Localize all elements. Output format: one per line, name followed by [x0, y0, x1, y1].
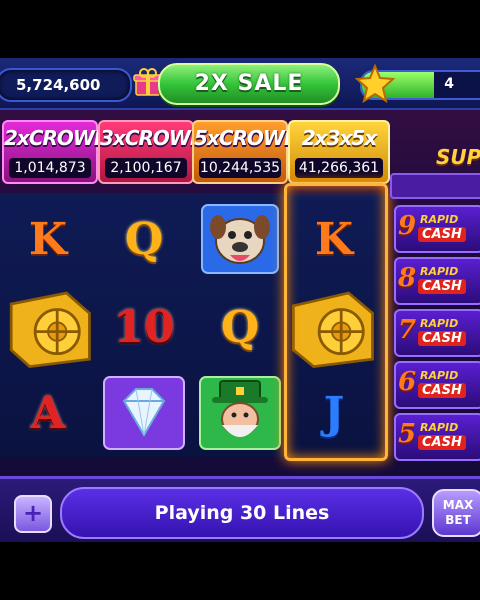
rapid-cash-label: RAPID — [420, 213, 459, 226]
reel-cell — [194, 371, 286, 455]
rapid-cash-number: 8 — [398, 263, 417, 293]
rapid-cash-9: 9 RAPID CASH — [394, 205, 480, 253]
jackpot-3x-crown: 3xCROWN 2,100,167 — [98, 120, 207, 184]
top-bar: 5,724,600 2X SALE 4 — [0, 58, 480, 110]
rapid-cash-8: 8 RAPID CASH — [394, 257, 480, 305]
reel-cell — [2, 285, 94, 369]
jackpot-title: 2xCROWN — [4, 126, 111, 150]
jackpot-2x3x5x: 2x3x5x 41,266,361 — [288, 120, 390, 184]
rapid-cash-7: 7 RAPID CASH — [394, 309, 480, 357]
rapid-cash-label: CASH — [418, 279, 466, 294]
rapid-cash-label: RAPID — [420, 369, 459, 382]
rapid-cash-sidebar: SUP 9 RAPID CASH 8 RAPID CASH 7 RAPID CA… — [390, 143, 480, 461]
max-bet-line1: MAX — [442, 498, 474, 512]
level-value: 4 — [444, 76, 454, 92]
max-bet-button[interactable]: MAX BET — [432, 489, 480, 537]
jackpot-value: 1,014,873 — [9, 158, 91, 178]
max-bet-line2: BET — [445, 513, 471, 527]
sidebar-star-bar — [390, 173, 480, 199]
star-icon — [355, 64, 395, 104]
rapid-cash-label: RAPID — [420, 317, 459, 330]
reel-cell: A — [2, 371, 94, 455]
symbol-q: Q — [220, 301, 260, 353]
reel-cell — [194, 197, 286, 281]
increase-bet-button[interactable]: + — [14, 495, 52, 533]
jackpot-5x-crown: 5xCROWN 10,244,535 — [192, 120, 301, 184]
symbol-k: K — [28, 213, 68, 265]
rapid-cash-number: 9 — [398, 211, 417, 241]
rapid-cash-label: CASH — [418, 227, 466, 242]
symbol-a: A — [30, 387, 66, 439]
symbol-10: 10 — [113, 301, 175, 353]
bulldog-icon — [201, 204, 279, 274]
sale-button[interactable]: 2X SALE — [158, 63, 340, 105]
reel-cell: K — [2, 197, 94, 281]
win-highlight-frame — [284, 183, 388, 461]
jackpot-title: 2x3x5x — [301, 126, 377, 150]
coin-balance-value: 5,724,600 — [16, 76, 101, 94]
rapid-cash-label: CASH — [418, 435, 466, 450]
bottom-bar: + Playing 30 Lines MAX BET — [0, 476, 480, 542]
jackpot-title: 3xCROWN — [100, 126, 207, 150]
golden-vault-icon — [9, 291, 91, 369]
reel-cell: Q — [194, 285, 286, 369]
jackpot-row: 2xCROWN 1,014,873 3xCROWN 2,100,167 5xCR… — [0, 120, 390, 184]
rapid-cash-label: CASH — [418, 383, 466, 398]
rapid-cash-number: 6 — [398, 367, 417, 397]
sale-label: 2X SALE — [194, 71, 304, 96]
rapid-cash-number: 7 — [398, 315, 417, 345]
reel-cell: 10 — [98, 285, 190, 369]
reel-cell — [98, 371, 190, 455]
jackpot-value: 41,266,361 — [295, 158, 383, 178]
rapid-cash-number: 5 — [398, 419, 417, 449]
coin-balance[interactable]: 5,724,600 — [0, 68, 132, 102]
rapid-cash-5: 5 RAPID CASH — [394, 413, 480, 461]
leprechaun-icon — [199, 376, 281, 450]
game-screen: 5,724,600 2X SALE 4 2xCROWN 1,014,873 3x… — [0, 58, 480, 542]
symbol-q: Q — [124, 213, 164, 265]
max-bet-label: MAX BET — [434, 491, 480, 528]
jackpot-2x-crown: 2xCROWN 1,014,873 — [2, 120, 111, 184]
jackpot-title: 5xCROWN — [194, 126, 301, 150]
rapid-cash-label: RAPID — [420, 421, 459, 434]
jackpot-value: 10,244,535 — [199, 158, 281, 178]
rapid-cash-6: 6 RAPID CASH — [394, 361, 480, 409]
rapid-cash-label: CASH — [418, 331, 466, 346]
jackpot-value: 2,100,167 — [105, 158, 187, 178]
diamond-icon — [103, 376, 185, 450]
lines-display: Playing 30 Lines — [60, 487, 424, 539]
sidebar-title: SUP — [436, 145, 480, 169]
lines-label: Playing 30 Lines — [154, 502, 330, 524]
rapid-cash-label: RAPID — [420, 265, 459, 278]
reel-cell: Q — [98, 197, 190, 281]
